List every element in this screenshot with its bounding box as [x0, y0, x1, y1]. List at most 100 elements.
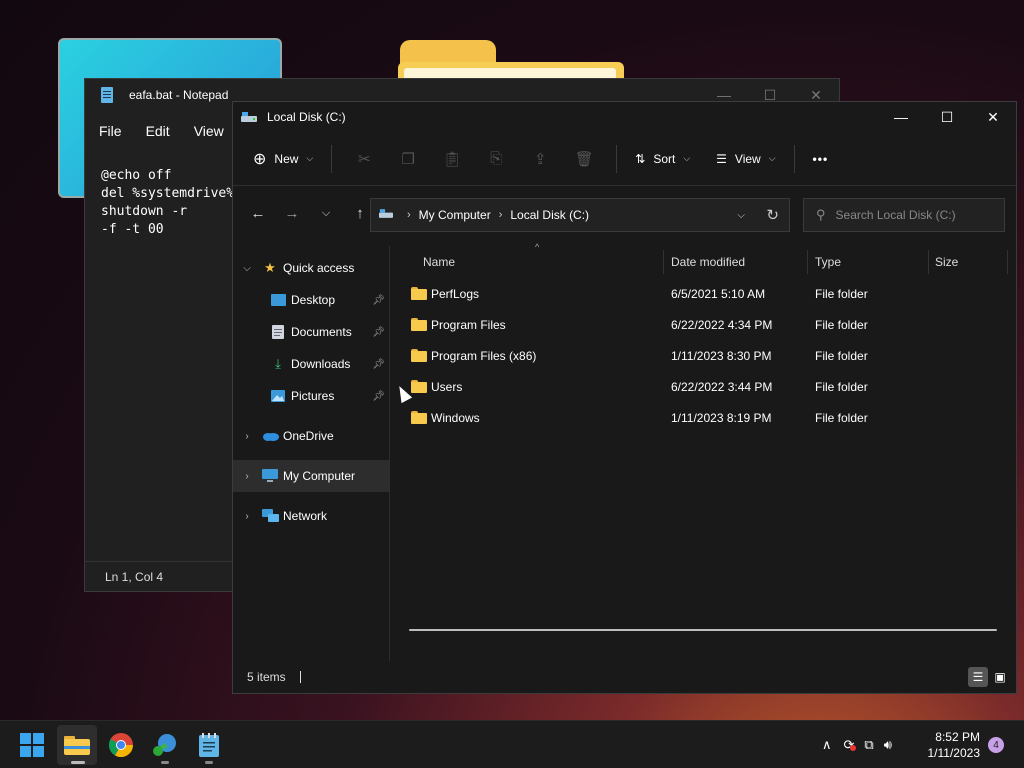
breadcrumb-chevron-icon: ›: [498, 209, 503, 221]
start-button[interactable]: [12, 725, 52, 765]
file-type: File folder: [815, 411, 868, 425]
show-hidden-icons-chevron-icon[interactable]: ∧: [822, 737, 832, 753]
file-name: Windows: [431, 411, 480, 425]
notepad-text-area[interactable]: @echo off del %systemdrive% shutdown -r …: [101, 167, 234, 239]
view-button[interactable]: ☰ View ⌵: [708, 143, 783, 175]
sort-button[interactable]: ⇅ Sort ⌵: [627, 143, 698, 175]
table-row[interactable]: Program Files 6/22/2022 4:34 PM File folde…: [391, 309, 1016, 340]
chevron-down-icon[interactable]: ⌵: [737, 210, 745, 221]
minimize-icon[interactable]: —: [878, 102, 924, 132]
windows-logo-icon: [20, 733, 44, 757]
chevron-right-icon[interactable]: ›: [241, 471, 253, 482]
sidebar-item-network[interactable]: › Network: [233, 500, 389, 532]
chevron-right-icon[interactable]: ›: [241, 431, 253, 442]
network-icon: [261, 508, 279, 524]
file-date: 6/5/2021 5:10 AM: [671, 287, 766, 301]
sidebar-item-downloads[interactable]: ⤓ Downloads 📌︎: [233, 348, 389, 380]
globe-network-icon: [153, 734, 176, 756]
table-row[interactable]: Program Files (x86) 1/11/2023 8:30 PM File…: [391, 340, 1016, 371]
star-icon: ★: [264, 260, 276, 275]
drive-icon: [379, 208, 393, 222]
details-view-icon[interactable]: ☰: [968, 667, 988, 687]
system-tray: ∧ ⟳ ⧉ 🔊︎: [822, 721, 892, 768]
taskbar-file-explorer[interactable]: [57, 725, 97, 765]
chevron-down-icon: ⌵: [683, 153, 691, 163]
address-bar[interactable]: › My Computer › Local Disk (C:) ⌵ ↻: [370, 198, 790, 232]
rename-icon[interactable]: ⎘: [480, 143, 512, 175]
column-size[interactable]: Size: [935, 255, 958, 269]
share-icon[interactable]: ⇪: [524, 143, 556, 175]
sidebar-item-onedrive[interactable]: › OneDrive: [233, 420, 389, 452]
notepad-icon: [199, 733, 219, 757]
pin-icon: 📌︎: [372, 358, 385, 370]
horizontal-scrollbar[interactable]: [409, 629, 997, 631]
breadcrumb-local-disk[interactable]: Local Disk (C:): [510, 208, 589, 222]
sidebar-item-pictures[interactable]: Pictures 📌︎: [233, 380, 389, 412]
delete-icon[interactable]: 🗑︎: [568, 143, 600, 175]
column-date-modified[interactable]: Date modified: [671, 255, 745, 269]
view-list-icon: ☰: [716, 151, 727, 166]
cut-icon[interactable]: ✂: [348, 143, 380, 175]
taskbar-notepad[interactable]: [189, 725, 229, 765]
sidebar-label: Network: [283, 509, 328, 523]
search-input[interactable]: ⚲ Search Local Disk (C:): [803, 198, 1005, 232]
file-explorer-window[interactable]: Local Disk (C:) — ☐ ✕ ⊕ New ⌵ ✂ ❐ 📋︎ ⎘ ⇪…: [232, 101, 1017, 694]
sort-label: Sort: [653, 151, 676, 166]
plus-circle-icon: ⊕: [253, 150, 267, 168]
menu-edit[interactable]: Edit: [146, 123, 170, 139]
sidebar-label: Desktop: [291, 293, 336, 307]
copy-icon[interactable]: ❐: [392, 143, 424, 175]
file-name: Program Files: [431, 318, 506, 332]
large-icons-view-icon[interactable]: ▣: [990, 667, 1010, 687]
new-button[interactable]: ⊕ New ⌵: [245, 143, 321, 175]
refresh-icon[interactable]: ↻: [766, 206, 779, 224]
clock-date: 1/11/2023: [927, 746, 981, 760]
notification-badge[interactable]: 4: [988, 737, 1004, 753]
close-icon[interactable]: ✕: [970, 102, 1016, 132]
sidebar-label: Downloads: [291, 357, 351, 371]
maximize-icon[interactable]: ☐: [924, 102, 970, 132]
notepad-status: Ln 1, Col 4: [85, 561, 233, 591]
menu-file[interactable]: File: [99, 123, 122, 139]
breadcrumb-my-computer[interactable]: My Computer: [419, 208, 491, 222]
chevron-right-icon[interactable]: ›: [241, 511, 253, 522]
taskbar-network-app[interactable]: [145, 725, 185, 765]
more-options-button[interactable]: •••: [805, 143, 837, 175]
view-label: View: [734, 151, 761, 166]
file-name: PerfLogs: [431, 287, 480, 301]
sidebar-item-documents[interactable]: Documents 📌︎: [233, 316, 389, 348]
column-type[interactable]: Type: [815, 255, 841, 269]
back-arrow-icon[interactable]: ←: [241, 196, 275, 230]
volume-icon[interactable]: 🔊︎: [884, 737, 892, 753]
table-row[interactable]: PerfLogs 6/5/2021 5:10 AM File folder: [391, 278, 1016, 309]
table-row[interactable]: Users 6/22/2022 3:44 PM File folder: [391, 371, 1016, 402]
taskbar-chrome[interactable]: [101, 725, 141, 765]
sync-icon[interactable]: ⟳: [844, 737, 857, 753]
search-placeholder: Search Local Disk (C:): [835, 208, 956, 222]
breadcrumb-chevron-icon: ›: [407, 209, 411, 221]
clock[interactable]: 8:52 PM 1/11/2023: [928, 729, 981, 761]
navigation-pane: ⌵ ★ Quick access Desktop 📌︎ Documents 📌︎…: [233, 246, 390, 661]
column-name[interactable]: Name: [423, 255, 455, 269]
forward-arrow-icon[interactable]: →: [275, 196, 309, 230]
menu-view[interactable]: View: [194, 123, 224, 139]
desktop-icon: [269, 292, 287, 308]
paste-icon[interactable]: 📋︎: [436, 143, 468, 175]
network-status-icon[interactable]: ⧉: [864, 737, 873, 753]
chevron-down-icon[interactable]: ⌵: [241, 263, 253, 274]
sidebar-item-desktop[interactable]: Desktop 📌︎: [233, 284, 389, 316]
sort-icon: ⇅: [635, 151, 646, 166]
clock-time: 8:52 PM: [935, 730, 980, 744]
sidebar-label: OneDrive: [283, 429, 334, 443]
pin-icon: 📌︎: [372, 294, 385, 306]
computer-icon: [261, 468, 279, 484]
folder-icon: [411, 287, 427, 300]
recent-locations-chevron-icon[interactable]: ⌵: [309, 196, 343, 230]
folder-icon: [411, 380, 427, 393]
sidebar-item-my-computer[interactable]: › My Computer: [233, 460, 389, 492]
sidebar-item-quick-access[interactable]: ⌵ ★ Quick access: [233, 252, 389, 284]
file-type: File folder: [815, 318, 868, 332]
file-date: 1/11/2023 8:19 PM: [671, 411, 772, 425]
table-row[interactable]: Windows 1/11/2023 8:19 PM File folder: [391, 402, 1016, 433]
file-type: File folder: [815, 349, 868, 363]
